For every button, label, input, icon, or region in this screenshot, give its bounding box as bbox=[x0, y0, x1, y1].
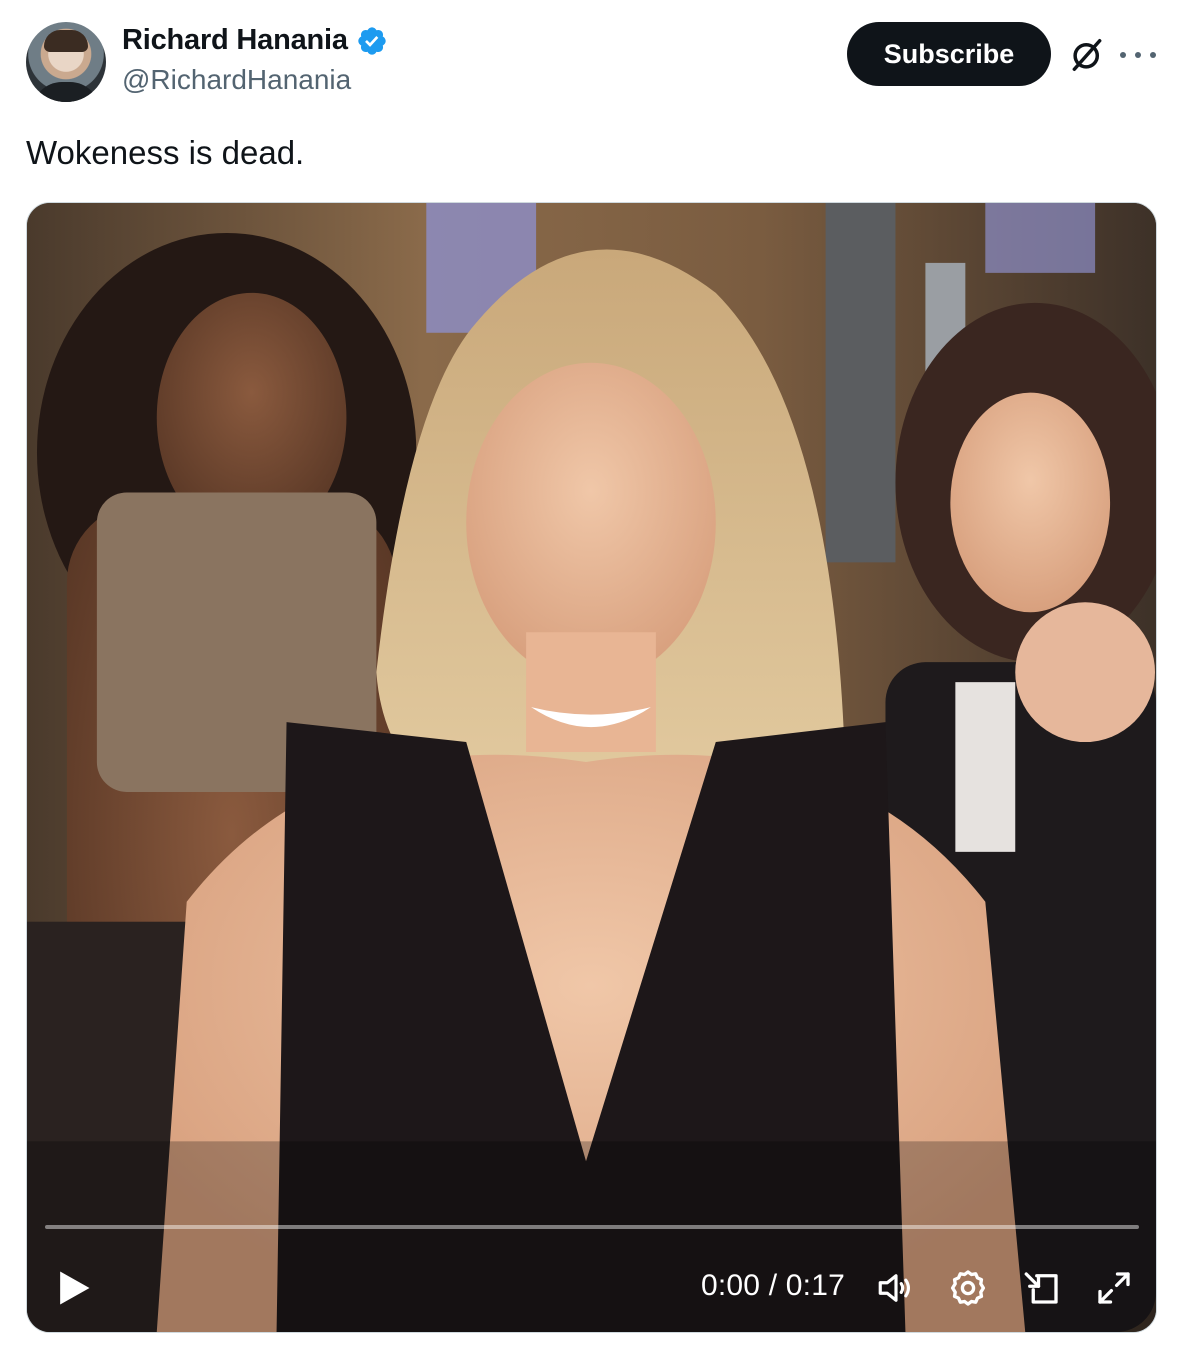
author-name-row: Richard Hanania bbox=[122, 24, 388, 57]
author-display-name[interactable]: Richard Hanania bbox=[122, 24, 348, 57]
video-player[interactable]: 0:00 / 0:17 bbox=[26, 202, 1157, 1333]
video-frame bbox=[27, 203, 1156, 1332]
subscribe-button[interactable]: Subscribe bbox=[847, 22, 1051, 86]
play-icon[interactable] bbox=[51, 1265, 95, 1311]
fullscreen-icon[interactable] bbox=[1093, 1267, 1135, 1309]
verified-badge-icon bbox=[358, 26, 386, 55]
volume-icon[interactable] bbox=[875, 1267, 917, 1309]
picture-in-picture-icon[interactable] bbox=[1021, 1267, 1063, 1309]
author-handle[interactable]: @RichardHanania bbox=[122, 64, 351, 96]
avatar[interactable] bbox=[26, 22, 106, 102]
tweet-text: Wokeness is dead. bbox=[26, 134, 305, 171]
gear-icon[interactable] bbox=[947, 1267, 989, 1309]
video-progress-bar[interactable] bbox=[45, 1225, 1139, 1229]
more-icon[interactable] bbox=[1120, 38, 1156, 72]
video-time: 0:00 / 0:17 bbox=[701, 1269, 845, 1302]
grok-icon[interactable] bbox=[1068, 36, 1106, 74]
